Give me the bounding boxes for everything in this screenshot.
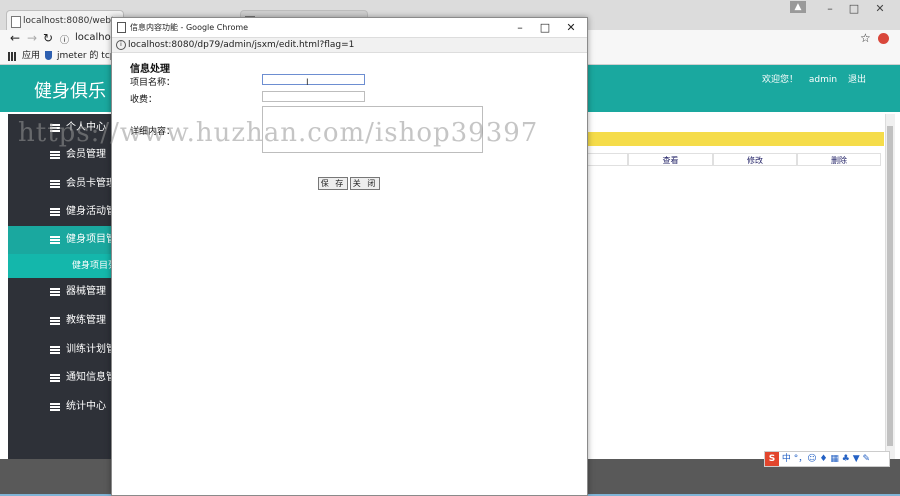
logout-link[interactable]: 退出 — [848, 75, 866, 85]
bookmark-apps[interactable]: 应用 — [22, 48, 40, 64]
edit-popup-window: 信息内容功能 - Google Chrome – □ ✕ i localhost… — [111, 17, 588, 496]
fee-label: 收费： — [130, 95, 158, 105]
browser-tab-1[interactable]: localhost:8080/webtor — [6, 10, 124, 31]
page-scrollbar[interactable] — [885, 114, 895, 459]
extension-icon[interactable] — [878, 33, 889, 44]
table-header: 查看 修改 删除 — [586, 153, 881, 166]
info-icon[interactable]: ⓘ — [60, 33, 69, 46]
maximize-button[interactable]: □ — [840, 0, 868, 18]
table-header-view: 查看 — [628, 153, 713, 166]
highlight-bar — [586, 132, 884, 146]
forward-icon[interactable]: → — [27, 31, 37, 45]
sidebar-item-profile[interactable]: 个人中心 — [8, 114, 111, 142]
text-cursor-icon: I — [306, 78, 309, 88]
profile-icon[interactable]: ▲ — [790, 1, 806, 13]
back-icon[interactable]: ← — [10, 31, 20, 45]
stack-icon — [50, 374, 60, 382]
save-button[interactable]: 保 存 — [318, 177, 348, 190]
ime-status: 中 °，☺ ♦ ▦ ♣ ▼ ✎ — [781, 454, 871, 464]
user-link[interactable]: admin — [809, 75, 837, 85]
table-header-delete: 删除 — [797, 153, 881, 166]
sidebar-subitem-project-list[interactable]: 健身项目列 — [8, 254, 111, 278]
sogou-icon[interactable]: S — [765, 452, 779, 466]
stack-icon — [50, 208, 60, 216]
stack-icon — [50, 288, 60, 296]
stack-icon — [50, 317, 60, 325]
stack-icon — [50, 124, 60, 132]
shield-icon — [45, 51, 52, 60]
popup-minimize-button[interactable]: – — [508, 18, 532, 37]
sidebar-item-projects[interactable]: 健身项目管 — [8, 226, 111, 254]
stack-icon — [50, 180, 60, 188]
sidebar-item-members[interactable]: 会员管理 — [8, 141, 111, 169]
fee-input[interactable] — [262, 91, 365, 102]
popup-url: localhost:8080/dp79/admin/jsxm/edit.html… — [128, 40, 355, 50]
project-name-label: 项目名称： — [130, 78, 176, 88]
bookmark-star-icon[interactable]: ☆ — [860, 31, 871, 45]
popup-url-bar: i localhost:8080/dp79/admin/jsxm/edit.ht… — [112, 38, 587, 53]
table-header-edit: 修改 — [713, 153, 797, 166]
page-icon — [11, 16, 21, 28]
info-icon[interactable]: i — [116, 40, 126, 50]
detail-label: 详细内容： — [130, 127, 176, 137]
popup-close-button[interactable]: ✕ — [559, 18, 583, 37]
scroll-thumb[interactable] — [887, 126, 893, 446]
stack-icon — [50, 236, 60, 244]
stack-icon — [50, 346, 60, 354]
ime-toolbar[interactable]: S 中 °，☺ ♦ ▦ ♣ ▼ ✎ — [764, 451, 890, 467]
site-title: 健身俱乐 — [34, 81, 106, 102]
document-icon — [117, 22, 126, 33]
sidebar-item-notices[interactable]: 通知信息管 — [8, 364, 111, 392]
sidebar-item-member-cards[interactable]: 会员卡管理 — [8, 170, 111, 198]
welcome-area: 欢迎您！ admin 退出 — [754, 72, 866, 85]
sidebar-item-coaches[interactable]: 教练管理 — [8, 307, 111, 335]
sidebar-item-activities[interactable]: 健身活动管 — [8, 198, 111, 226]
welcome-text: 欢迎您！ — [762, 75, 799, 85]
sidebar-item-training-plans[interactable]: 训练计划管 — [8, 336, 111, 364]
section-title: 信息处理 — [130, 64, 170, 75]
stack-icon — [50, 151, 60, 159]
close-window-button[interactable]: ✕ — [866, 0, 894, 18]
popup-maximize-button[interactable]: □ — [533, 18, 557, 37]
popup-titlebar: 信息内容功能 - Google Chrome – □ ✕ — [112, 18, 587, 38]
sidebar-item-equipment[interactable]: 器械管理 — [8, 278, 111, 306]
sidebar: 个人中心 会员管理 会员卡管理 健身活动管 健身项目管 健身项目列 器械管理 教… — [8, 114, 111, 459]
close-button[interactable]: 关 闭 — [350, 177, 380, 190]
project-name-input[interactable] — [262, 74, 365, 85]
table-header-cell — [586, 153, 628, 166]
tab-label: localhost:8080/webtor — [23, 16, 124, 26]
popup-title: 信息内容功能 - Google Chrome — [130, 23, 249, 32]
reload-icon[interactable]: ↻ — [43, 31, 53, 45]
detail-textarea[interactable] — [262, 106, 483, 153]
sidebar-item-statistics[interactable]: 统计中心 — [8, 393, 111, 421]
stack-icon — [50, 403, 60, 411]
apps-icon — [8, 52, 17, 61]
